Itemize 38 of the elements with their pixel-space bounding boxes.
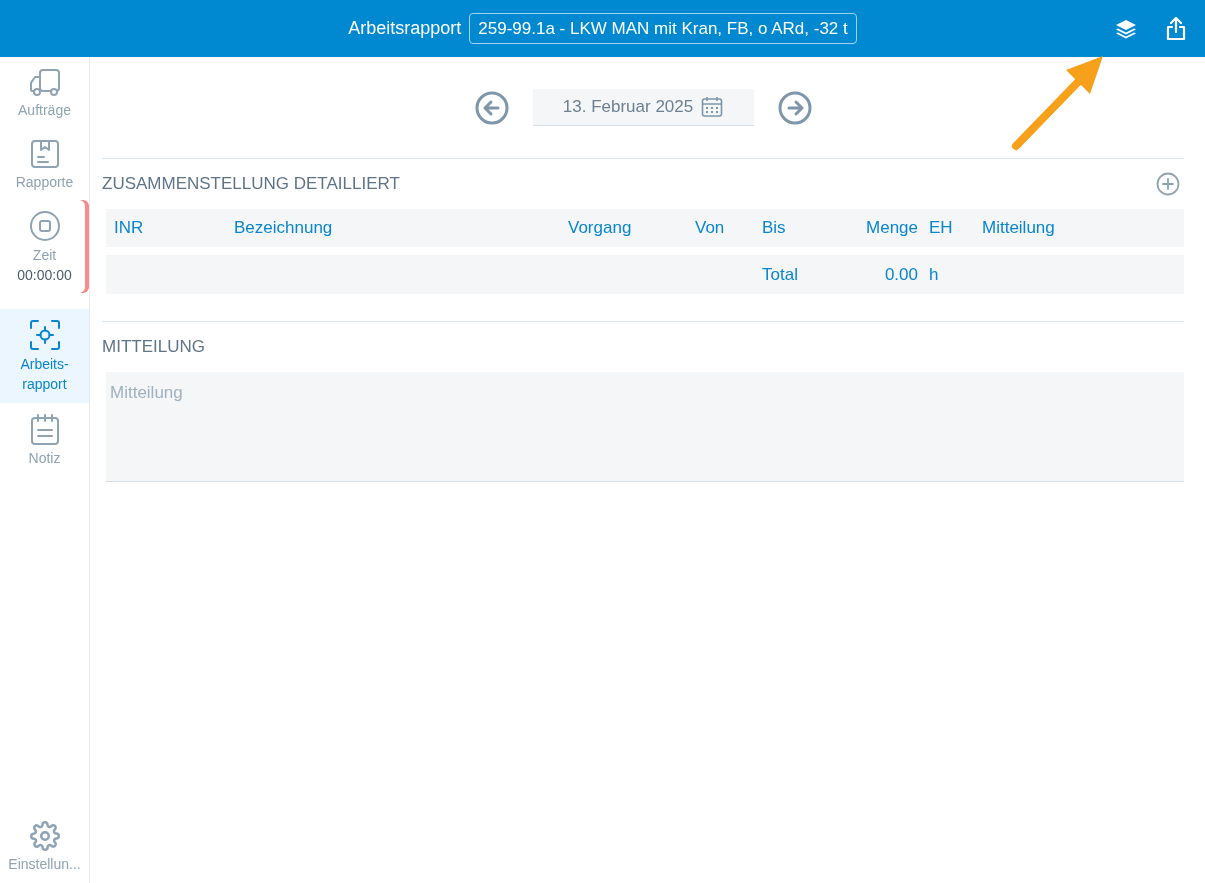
focus-icon [28,319,61,352]
total-amount: 0.00 [883,263,919,286]
column-header: Bezeichnung [233,217,334,240]
message-field[interactable]: Mitteilung [106,372,1184,482]
settings-item[interactable]: Einstellun... [0,811,89,883]
section-title: ZUSAMMENSTELLUNG DETAILLIERT [102,173,400,196]
add-icon [1156,172,1180,197]
sidebar-item[interactable]: Notiz [0,402,89,477]
previous-day-button[interactable] [474,90,509,125]
column-header: Von [694,217,726,240]
column-header: Vorgang [567,217,633,240]
sidebar-item[interactable]: Rapporte [0,128,89,201]
sidebar-item[interactable]: Aufträge [0,57,89,129]
share-icon [1165,16,1187,41]
column-header: Menge [865,217,919,240]
gear-icon [29,821,60,852]
truck-icon [27,67,62,97]
layers-icon [1115,18,1137,39]
column-header: Bis [761,217,787,240]
column-header: Mitteilung [981,217,1056,240]
date-field[interactable]: 13. Februar 2025 [532,89,754,126]
stop-icon [28,210,61,243]
page-title: Arbeitsrapport [348,17,462,40]
arrow-right-icon [777,90,812,125]
arrow-left-icon [474,90,509,125]
report-box-icon [29,138,60,169]
add-button[interactable] [1156,171,1180,197]
total-unit: h [928,263,940,286]
column-header: EH [928,217,954,240]
sidebar-item[interactable]: Arbeits- rapport [0,309,89,403]
notepad-icon [29,412,60,445]
section-title: MITTEILUNG [102,336,205,359]
sidebar-item[interactable]: Zeit 00:00:00 [0,200,89,294]
column-header: INR [113,217,145,240]
next-day-button[interactable] [777,90,812,125]
total-label: Total [761,263,799,286]
calendar-icon [701,96,724,118]
vehicle-selector[interactable]: 259-99.1a - LKW MAN mit Kran, FB, o ARd, -32 t [469,12,857,45]
